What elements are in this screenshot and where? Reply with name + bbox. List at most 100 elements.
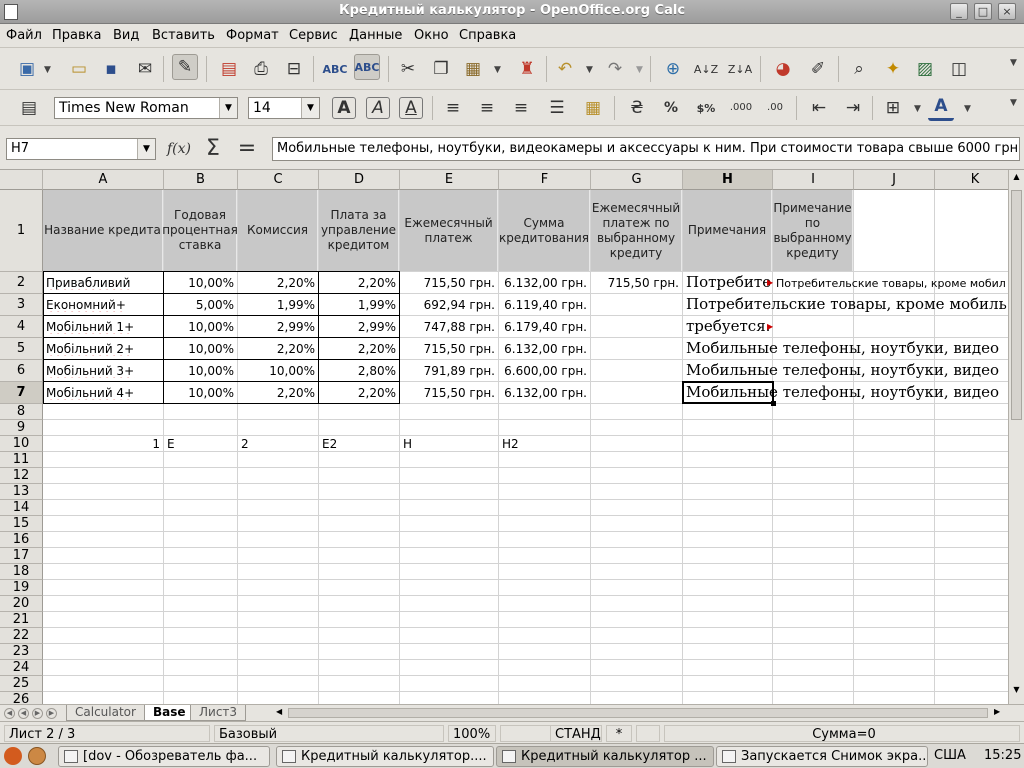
cut-icon[interactable]: ✂ [395, 56, 421, 82]
table-cell[interactable]: 2 [238, 437, 318, 451]
column-header-h[interactable]: H [683, 170, 773, 190]
status-mode[interactable]: СТАНД [550, 725, 602, 742]
row-header[interactable]: 1 [0, 190, 43, 272]
undo-icon[interactable]: ↶ [552, 56, 578, 82]
clone-format-icon[interactable]: ♜ [514, 56, 540, 82]
table-cell[interactable]: 10,00% [238, 364, 318, 378]
name-box[interactable]: H7 ▼ [6, 138, 156, 160]
row-header[interactable]: 7 [0, 382, 43, 404]
table-cell[interactable]: Мобильные телефоны, ноутбуки, видео [683, 339, 1008, 357]
table-cell[interactable]: 715,50 грн. [591, 276, 682, 290]
row-header[interactable]: 16 [0, 532, 43, 548]
open-icon[interactable]: ▭ [66, 56, 92, 82]
redo-icon[interactable]: ↷ [602, 56, 628, 82]
column-header-j[interactable]: J [854, 170, 935, 190]
table-cell[interactable]: 1 [43, 437, 163, 451]
keyboard-layout[interactable]: США [934, 748, 966, 763]
table-cell[interactable]: 2,20% [319, 276, 399, 290]
delete-decimal-icon[interactable]: .00 [762, 95, 788, 121]
table-cell[interactable]: 1,99% [319, 298, 399, 312]
chevron-down-icon[interactable]: ▼ [636, 65, 643, 75]
row-header[interactable]: 15 [0, 516, 43, 532]
header-cell[interactable]: Ежемесячный платеж [400, 190, 498, 271]
sheet-tab-calculator[interactable]: Calculator [66, 705, 145, 721]
prev-sheet-icon[interactable]: ◀ [18, 708, 29, 719]
table-cell[interactable]: 692,94 грн. [400, 298, 498, 312]
scroll-down-icon[interactable]: ▼ [1011, 685, 1022, 699]
spreadsheet-grid[interactable]: A B C D E F G H I J K 1 2 3 4 5 6 7 8 9 … [0, 170, 1008, 704]
row-header[interactable]: 9 [0, 420, 43, 436]
clock[interactable]: 15:25 [984, 748, 1021, 763]
align-right-icon[interactable]: ≡ [508, 95, 534, 121]
borders-icon[interactable]: ⊞ [880, 95, 906, 121]
minimize-button[interactable]: _ [950, 3, 968, 20]
table-cell[interactable]: 10,00% [164, 342, 237, 356]
table-cell[interactable]: 6.132,00 грн. [499, 276, 590, 290]
taskbar-item[interactable]: [dov - Обозреватель фа... [58, 746, 270, 767]
vertical-scrollbar[interactable]: ▲ ▼ [1008, 170, 1024, 704]
table-cell[interactable]: 5,00% [164, 298, 237, 312]
menu-data[interactable]: Данные [349, 28, 402, 43]
table-cell[interactable]: 747,88 грн. [400, 320, 498, 334]
table-cell[interactable]: Мобильные телефоны, ноутбуки, видео [683, 361, 1008, 379]
column-header-c[interactable]: C [238, 170, 319, 190]
table-cell[interactable]: 2,80% [319, 364, 399, 378]
table-cell[interactable]: 6.179,40 грн. [499, 320, 590, 334]
underline-icon[interactable]: A [399, 97, 423, 119]
paste-icon[interactable]: ▦ [460, 56, 486, 82]
table-cell[interactable]: E2 [319, 437, 399, 451]
table-cell[interactable]: Привабливий [43, 276, 163, 290]
row-header[interactable]: 11 [0, 452, 43, 468]
row-header[interactable]: 3 [0, 294, 43, 316]
column-header-a[interactable]: A [43, 170, 164, 190]
italic-icon[interactable]: A [366, 97, 390, 119]
row-header[interactable]: 20 [0, 596, 43, 612]
header-cell[interactable]: Ежемесячный платеж по выбранному кредиту [591, 190, 682, 271]
toolbar-overflow-icon[interactable]: ▼ [1010, 98, 1017, 108]
function-wizard-icon[interactable]: f(x) [166, 136, 192, 162]
status-zoom[interactable]: 100% [448, 725, 496, 742]
table-cell[interactable]: Економний+ [43, 298, 163, 312]
table-cell[interactable]: Мобільний 1+ [43, 320, 163, 334]
row-header[interactable]: 19 [0, 580, 43, 596]
column-header-k[interactable]: K [935, 170, 1008, 190]
find-replace-icon[interactable]: ⌕ [846, 56, 872, 82]
chevron-down-icon[interactable]: ▼ [914, 104, 921, 114]
column-header-d[interactable]: D [319, 170, 400, 190]
table-cell[interactable]: 6.132,00 грн. [499, 342, 590, 356]
table-cell[interactable]: 10,00% [164, 364, 237, 378]
scroll-left-icon[interactable]: ◀ [276, 707, 282, 716]
column-header-g[interactable]: G [591, 170, 683, 190]
save-icon[interactable]: ▪ [98, 56, 124, 82]
table-cell[interactable]: 6.132,00 грн. [499, 386, 590, 400]
table-cell[interactable]: 1,99% [238, 298, 318, 312]
column-header-i[interactable]: I [773, 170, 854, 190]
row-header[interactable]: 25 [0, 676, 43, 692]
table-cell[interactable]: 791,89 грн. [400, 364, 498, 378]
decrease-indent-icon[interactable]: ⇤ [806, 95, 832, 121]
row-header[interactable]: 17 [0, 548, 43, 564]
merge-cells-icon[interactable]: ▦ [580, 95, 606, 121]
sort-descending-icon[interactable]: Z↓A [727, 56, 753, 82]
row-header[interactable]: 14 [0, 500, 43, 516]
column-header-f[interactable]: F [499, 170, 591, 190]
header-cell[interactable]: Комиссия [238, 190, 318, 271]
header-cell[interactable]: Примечания [683, 190, 772, 271]
new-document-icon[interactable]: ▣ [14, 56, 40, 82]
next-sheet-icon[interactable]: ▶ [32, 708, 43, 719]
standard-format-icon[interactable]: $% [693, 95, 719, 121]
chevron-down-icon[interactable]: ▼ [494, 65, 501, 75]
row-header[interactable]: 26 [0, 692, 43, 704]
formula-input[interactable]: Мобильные телефоны, ноутбуки, видеокамер… [272, 137, 1020, 161]
table-cell[interactable]: 10,00% [164, 276, 237, 290]
table-cell[interactable]: 2,20% [319, 386, 399, 400]
email-icon[interactable]: ✉ [132, 56, 158, 82]
print-preview-icon[interactable]: ⊟ [281, 56, 307, 82]
autospell-icon[interactable]: ABC [354, 54, 380, 80]
edit-mode-icon[interactable]: ✎ [172, 54, 198, 80]
table-cell[interactable]: 2,99% [238, 320, 318, 334]
header-cell[interactable]: Название кредита [43, 190, 163, 271]
row-header[interactable]: 12 [0, 468, 43, 484]
increase-indent-icon[interactable]: ⇥ [840, 95, 866, 121]
table-cell[interactable]: Мобільний 3+ [43, 364, 163, 378]
